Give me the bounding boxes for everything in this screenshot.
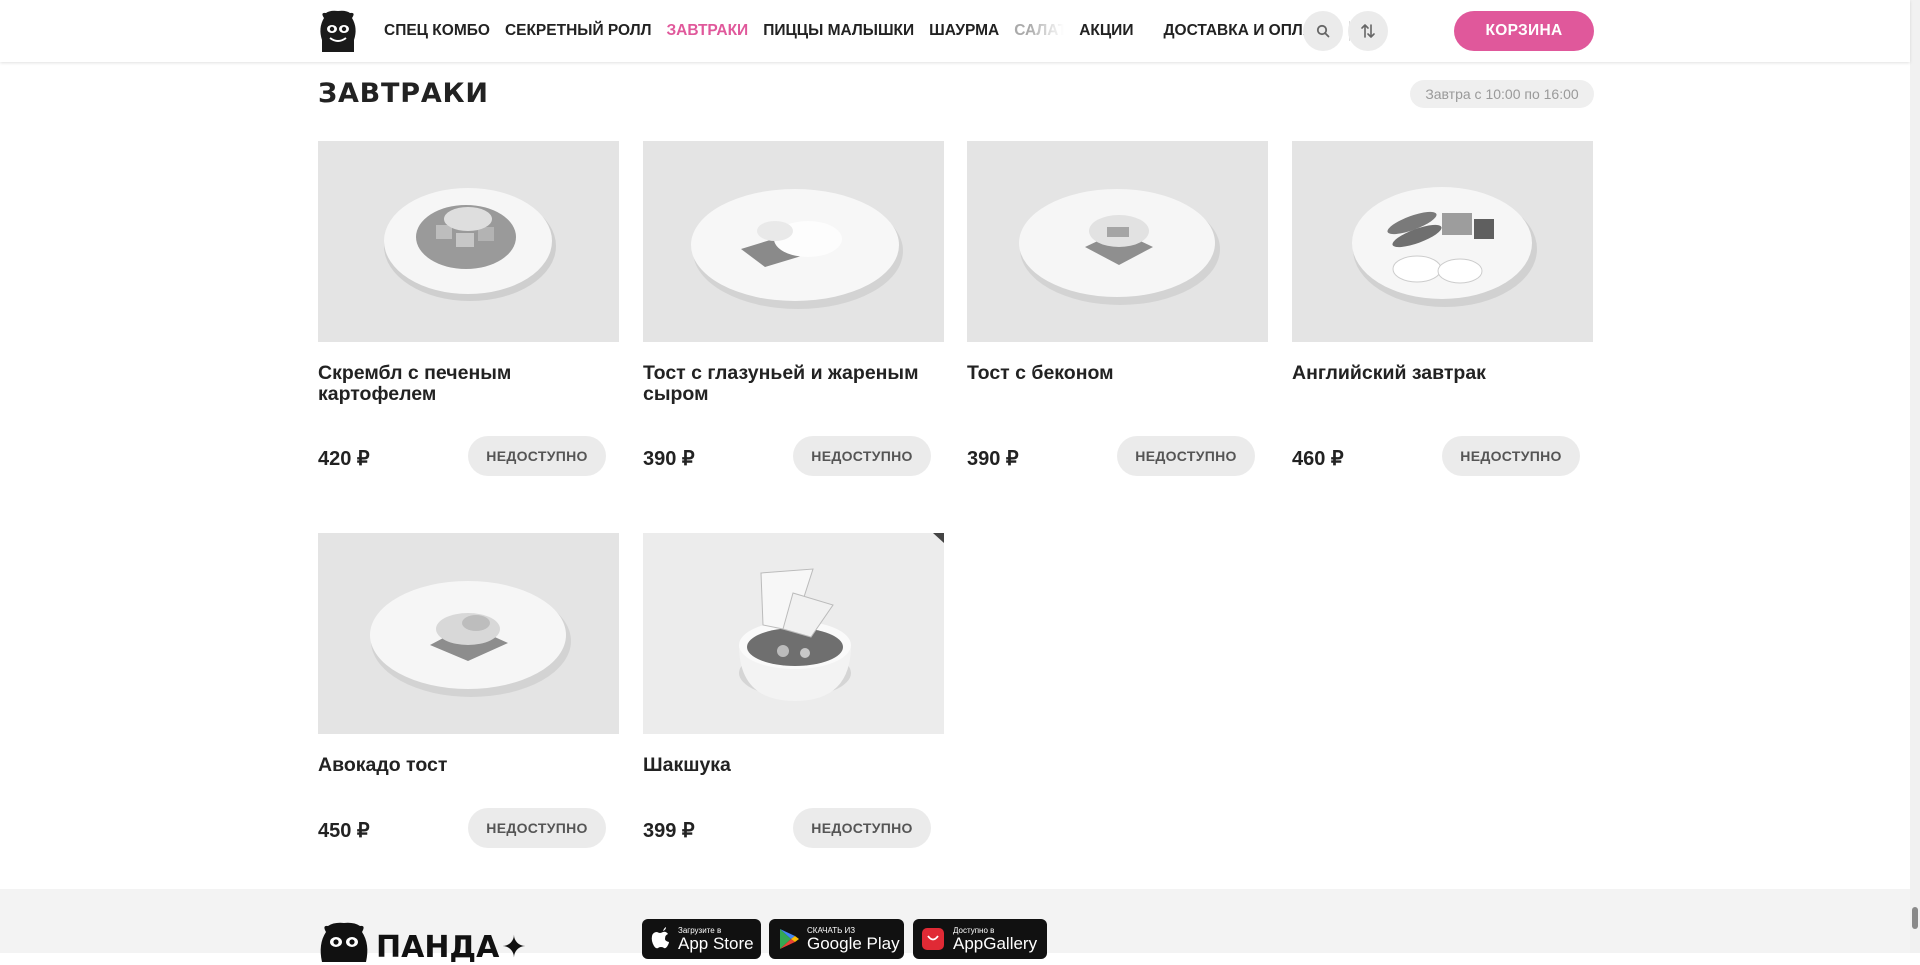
nav-item-secret-roll[interactable]: СЕКРЕТНЫЙ РОЛЛ xyxy=(505,22,652,40)
product-image[interactable] xyxy=(318,141,619,342)
product-price: 390 ₽ xyxy=(643,448,695,470)
unavailable-button[interactable]: НЕДОСТУПНО xyxy=(793,436,931,476)
product-card: Шакшука 399 ₽ НЕДОСТУПНО xyxy=(643,533,944,848)
panda-logo-icon xyxy=(320,922,368,962)
product-price: 420 ₽ xyxy=(318,448,370,470)
nav-item-promotions[interactable]: АКЦИИ xyxy=(1079,22,1133,40)
hours-badge: Завтра с 10:00 по 16:00 xyxy=(1410,80,1594,108)
google-play-button[interactable]: СКАЧАТЬ ИЗ Google Play xyxy=(769,919,904,959)
nav-item-salads[interactable]: САЛАТЫ xyxy=(1014,22,1064,40)
product-price: 450 ₽ xyxy=(318,820,370,842)
nav-item-breakfasts[interactable]: ЗАВТРАКИ xyxy=(666,22,748,40)
product-image[interactable] xyxy=(967,141,1268,342)
product-card: Авокадо тост 450 ₽ НЕДОСТУПНО xyxy=(318,533,619,848)
app-store-button[interactable]: Загрузите в App Store xyxy=(642,919,761,959)
product-name: Английский завтрак xyxy=(1292,362,1486,384)
unavailable-button[interactable]: НЕДОСТУПНО xyxy=(468,436,606,476)
product-image[interactable] xyxy=(318,533,619,734)
product-card: Тост с беконом 390 ₽ НЕДОСТУПНО xyxy=(967,141,1268,476)
product-card: Английский завтрак 460 ₽ НЕДОСТУПНО xyxy=(1292,141,1593,476)
appgallery-button[interactable]: Доступно в AppGallery xyxy=(913,919,1047,959)
page-scrollbar[interactable] xyxy=(1910,0,1920,953)
product-name: Тост с глазуньей и жареным сыром xyxy=(643,362,919,405)
product-name: Тост с беконом xyxy=(967,362,1114,384)
unavailable-button[interactable]: НЕДОСТУПНО xyxy=(793,808,931,848)
product-image[interactable] xyxy=(643,533,944,734)
product-name: Авокадо тост xyxy=(318,754,448,776)
scrollbar-thumb[interactable] xyxy=(1912,907,1918,929)
top-header: СПЕЦ КОМБО СЕКРЕТНЫЙ РОЛЛ ЗАВТРАКИ ПИЦЦЫ… xyxy=(0,0,1910,62)
main-nav: СПЕЦ КОМБО СЕКРЕТНЫЙ РОЛЛ ЗАВТРАКИ ПИЦЦЫ… xyxy=(384,0,1366,62)
store-name: Google Play xyxy=(807,933,900,953)
nav-item-mini-pizzas[interactable]: ПИЦЦЫ МАЛЫШКИ xyxy=(763,22,914,40)
section-title: ЗАВТРАКИ xyxy=(318,78,489,109)
store-name: AppGallery xyxy=(953,933,1038,953)
unavailable-button[interactable]: НЕДОСТУПНО xyxy=(1117,436,1255,476)
search-icon xyxy=(1316,24,1330,38)
google-play-icon xyxy=(780,929,799,949)
cart-button[interactable]: КОРЗИНА xyxy=(1454,11,1594,51)
product-price: 460 ₽ xyxy=(1292,448,1344,470)
product-price: 399 ₽ xyxy=(643,820,695,842)
product-card: Скрембл с печеным картофелем 420 ₽ НЕДОС… xyxy=(318,141,619,476)
product-name: Шакшука xyxy=(643,754,731,776)
product-card: Тост с глазуньей и жареным сыром 390 ₽ Н… xyxy=(643,141,944,476)
product-image[interactable] xyxy=(1292,141,1593,342)
product-price: 390 ₽ xyxy=(967,448,1019,470)
nav-item-spec-combo[interactable]: СПЕЦ КОМБО xyxy=(384,22,490,40)
search-button[interactable] xyxy=(1303,11,1343,51)
unavailable-button[interactable]: НЕДОСТУПНО xyxy=(1442,436,1580,476)
store-name: App Store xyxy=(678,933,754,953)
sort-button[interactable] xyxy=(1348,11,1388,51)
panda-logo-icon[interactable] xyxy=(318,10,358,52)
nav-item-shawarma[interactable]: ШАУРМА xyxy=(929,22,999,40)
footer: ПАНДА ✦ Загрузите в App Store СКАЧАТЬ ИЗ… xyxy=(0,889,1910,965)
product-image[interactable] xyxy=(643,141,944,342)
footer-logo[interactable]: ПАНДА ✦ xyxy=(318,918,527,965)
huawei-icon xyxy=(922,928,944,950)
unavailable-button[interactable]: НЕДОСТУПНО xyxy=(468,808,606,848)
footer-brand: ПАНДА xyxy=(376,930,500,965)
sort-arrows-icon xyxy=(1361,24,1375,38)
product-name: Скрембл с печеным картофелем xyxy=(318,362,512,405)
apple-icon xyxy=(651,927,669,949)
brand-star-icon: ✦ xyxy=(501,930,527,965)
